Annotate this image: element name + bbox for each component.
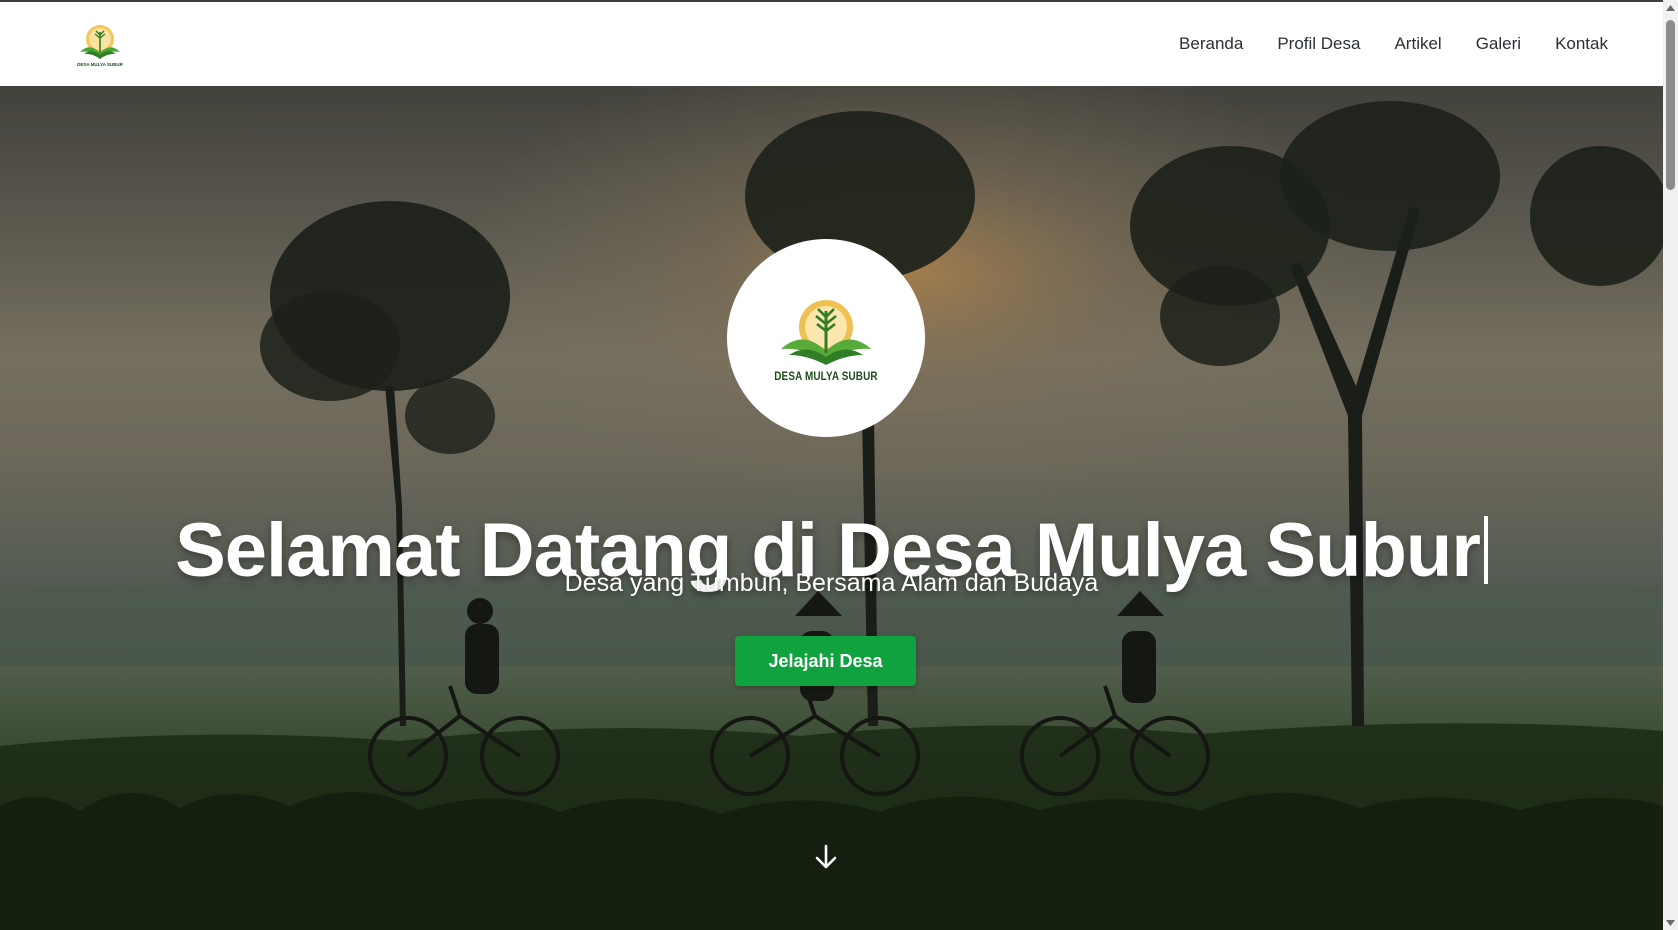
explore-village-button[interactable]: Jelajahi Desa — [735, 636, 916, 686]
scroll-down-arrow-icon[interactable] — [1663, 915, 1678, 930]
page-viewport: DESA MULYA SUBUR Beranda Profil Desa Art… — [0, 0, 1663, 930]
hero-section: DESA MULYA SUBUR Selamat Datang di Desa … — [0, 86, 1663, 930]
nav-link-kontak[interactable]: Kontak — [1555, 34, 1608, 54]
main-nav: Beranda Profil Desa Artikel Galeri Konta… — [1179, 2, 1608, 86]
vertical-scrollbar[interactable] — [1663, 0, 1678, 930]
nav-link-beranda[interactable]: Beranda — [1179, 34, 1243, 54]
nav-link-profil-desa[interactable]: Profil Desa — [1277, 34, 1360, 54]
brand-logo[interactable]: DESA MULYA SUBUR — [76, 22, 124, 68]
hero-logo: DESA MULYA SUBUR — [727, 239, 925, 437]
wheat-sun-logo-icon: DESA MULYA SUBUR — [77, 25, 124, 67]
scrollbar-thumb[interactable] — [1666, 20, 1675, 190]
nav-link-galeri[interactable]: Galeri — [1476, 34, 1521, 54]
arrow-down-icon[interactable] — [812, 843, 840, 871]
hero-logo-text: DESA MULYA SUBUR — [774, 371, 878, 383]
svg-text:DESA MULYA SUBUR: DESA MULYA SUBUR — [77, 62, 124, 67]
site-navbar: DESA MULYA SUBUR Beranda Profil Desa Art… — [0, 2, 1663, 86]
scroll-up-arrow-icon[interactable] — [1663, 0, 1678, 15]
nav-link-artikel[interactable]: Artikel — [1394, 34, 1441, 54]
hero-subtitle: Desa yang Tumbuh, Bersama Alam dan Buday… — [564, 569, 1099, 597]
wheat-sun-logo-icon — [781, 300, 871, 365]
